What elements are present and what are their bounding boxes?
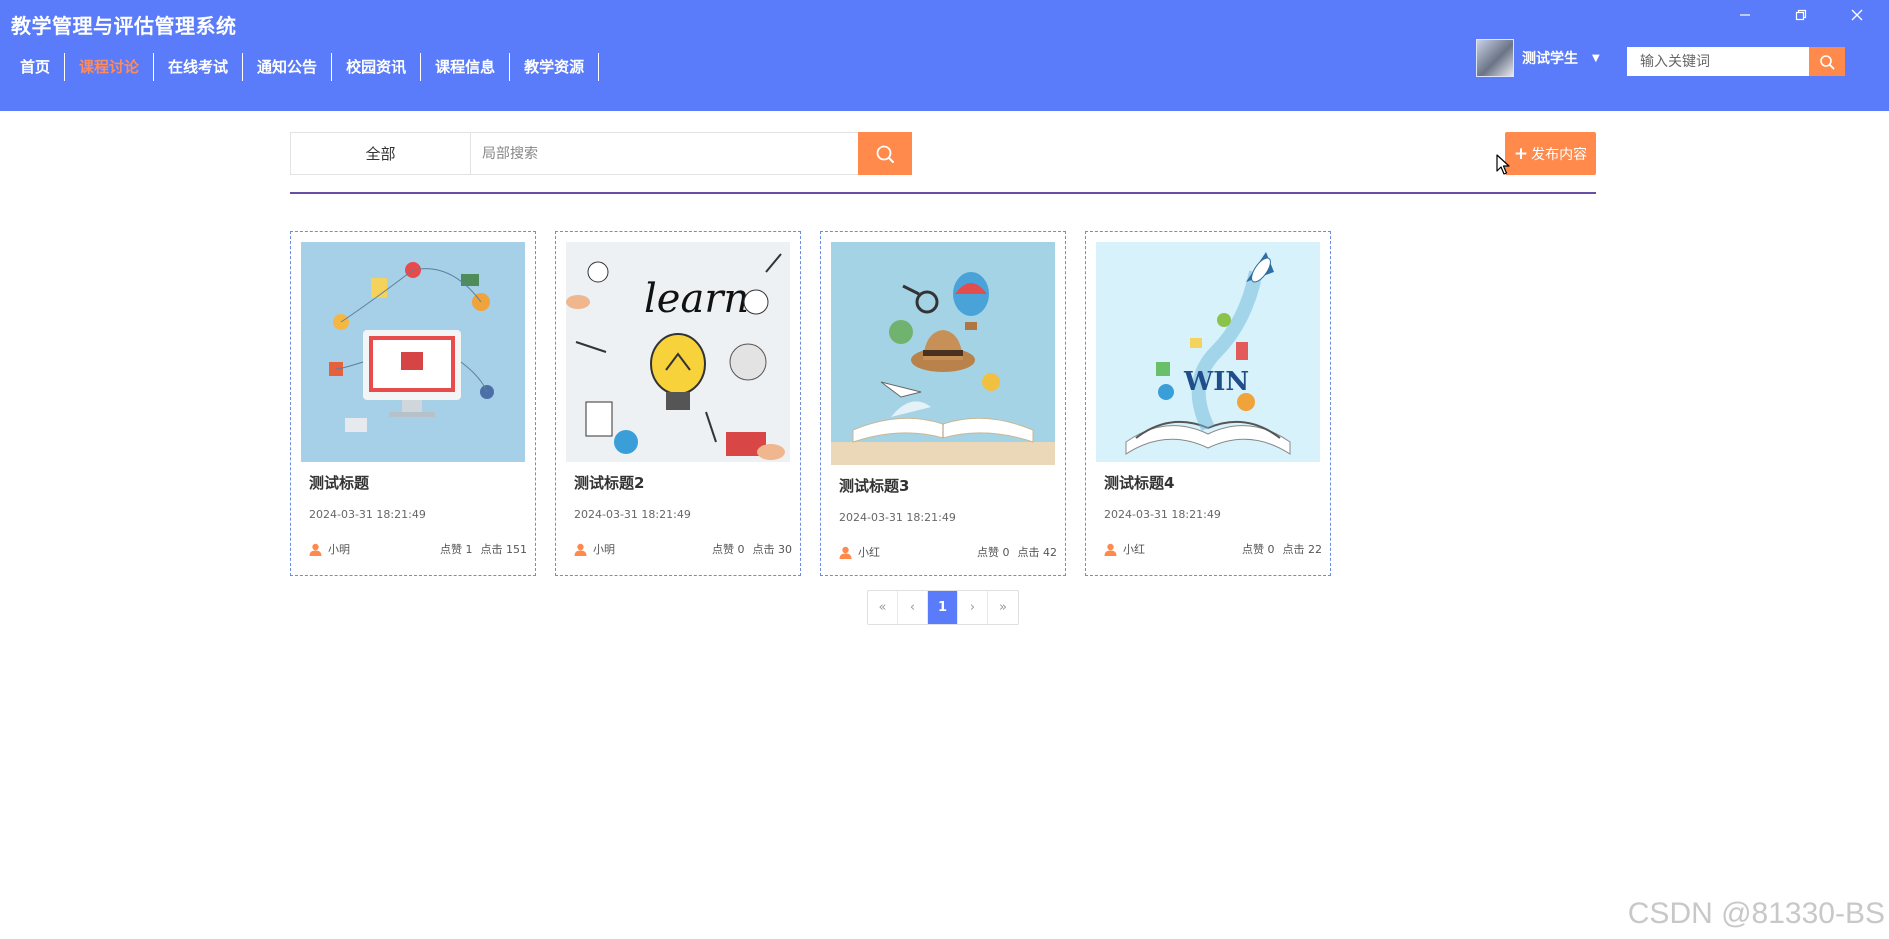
avatar[interactable] — [1476, 39, 1514, 77]
nav-item-campus-news[interactable]: 校园资讯 — [332, 53, 422, 81]
local-search-box: 全部 — [290, 132, 912, 175]
local-search-button[interactable] — [858, 132, 912, 175]
search-icon — [876, 145, 894, 163]
global-search-input[interactable] — [1627, 47, 1809, 76]
like-count: 点赞 1 — [440, 543, 473, 556]
app-title: 教学管理与评估管理系统 — [11, 14, 237, 38]
author-name: 小红 — [858, 546, 880, 559]
user-name[interactable]: 测试学生 — [1522, 48, 1578, 68]
post-meta: 小明 点赞 0 点击 30 — [574, 541, 792, 557]
click-count: 点击 30 — [752, 543, 793, 556]
post-stats: 点赞 0 点击 42 — [969, 544, 1057, 560]
post-stats: 点赞 1 点击 151 — [432, 541, 527, 557]
post-date: 2024-03-31 18:21:49 — [309, 508, 426, 521]
post-card[interactable]: 测试标题3 2024-03-31 18:21:49 小红 点赞 0 点击 42 — [820, 231, 1066, 576]
last-page-button[interactable]: » — [988, 591, 1018, 624]
plus-icon: + — [1513, 143, 1529, 164]
first-page-button[interactable]: « — [868, 591, 898, 624]
author-name: 小明 — [593, 543, 615, 556]
nav-item-notices[interactable]: 通知公告 — [243, 53, 333, 81]
post-author: 小明 — [574, 541, 615, 557]
user-menu[interactable]: 测试学生 ▼ — [1476, 39, 1600, 77]
svg-text:learn: learn — [644, 276, 749, 322]
post-stats: 点赞 0 点击 22 — [1234, 541, 1322, 557]
page-number-button[interactable]: 1 — [928, 591, 958, 624]
watermark: CSDN @81330-BS — [1627, 897, 1885, 930]
main-nav: 首页 课程讨论 在线考试 通知公告 校园资讯 课程信息 教学资源 — [6, 53, 600, 81]
global-search-button[interactable] — [1809, 47, 1845, 76]
publish-content-button[interactable]: + 发布内容 — [1505, 132, 1596, 175]
content-toolbar: 全部 + 发布内容 — [290, 132, 1596, 176]
nav-item-teaching-resources[interactable]: 教学资源 — [510, 53, 600, 81]
search-icon — [1820, 54, 1835, 69]
window-controls — [1717, 2, 1885, 28]
post-date: 2024-03-31 18:21:49 — [574, 508, 691, 521]
caret-down-icon[interactable]: ▼ — [1592, 53, 1600, 64]
toolbar-divider — [290, 192, 1596, 194]
author-name: 小明 — [328, 543, 350, 556]
post-meta: 小红 点赞 0 点击 42 — [839, 544, 1057, 560]
mouse-cursor-icon — [1496, 154, 1510, 175]
user-icon — [839, 546, 852, 559]
pagination: « ‹ 1 › » — [867, 590, 1019, 625]
svg-text:WIN: WIN — [1183, 367, 1249, 397]
post-thumbnail[interactable]: learn — [566, 242, 790, 462]
post-date: 2024-03-31 18:21:49 — [839, 511, 956, 524]
post-meta: 小红 点赞 0 点击 22 — [1104, 541, 1322, 557]
post-title[interactable]: 测试标题4 — [1104, 472, 1320, 493]
post-stats: 点赞 0 点击 30 — [704, 541, 792, 557]
post-card[interactable]: WIN 测试标题4 2024-03-31 18:21:49 小红 点赞 0 点击… — [1085, 231, 1331, 576]
post-author: 小明 — [309, 541, 350, 557]
author-name: 小红 — [1123, 543, 1145, 556]
post-thumbnail[interactable] — [301, 242, 525, 462]
post-card[interactable]: 测试标题 2024-03-31 18:21:49 小明 点赞 1 点击 151 — [290, 231, 536, 576]
publish-label: 发布内容 — [1531, 146, 1588, 163]
post-author: 小红 — [839, 544, 880, 560]
post-meta: 小明 点赞 1 点击 151 — [309, 541, 527, 557]
minimize-icon[interactable] — [1717, 2, 1773, 28]
click-count: 点击 151 — [480, 543, 528, 556]
post-title[interactable]: 测试标题2 — [574, 472, 790, 493]
nav-item-course-info[interactable]: 课程信息 — [421, 53, 511, 81]
user-icon — [574, 543, 587, 556]
user-icon — [309, 543, 322, 556]
post-title[interactable]: 测试标题 — [309, 472, 525, 493]
top-header: 教学管理与评估管理系统 首页 课程讨论 在线考试 通知公告 校园资讯 课程信息 … — [0, 0, 1889, 111]
local-search-input[interactable] — [471, 133, 911, 174]
next-page-button[interactable]: › — [958, 591, 988, 624]
user-icon — [1104, 543, 1117, 556]
restore-icon[interactable] — [1773, 2, 1829, 28]
close-icon[interactable] — [1829, 2, 1885, 28]
click-count: 点击 22 — [1282, 543, 1323, 556]
nav-item-online-exam[interactable]: 在线考试 — [154, 53, 244, 81]
click-count: 点击 42 — [1017, 546, 1058, 559]
post-thumbnail[interactable]: WIN — [1096, 242, 1320, 462]
post-date: 2024-03-31 18:21:49 — [1104, 508, 1221, 521]
like-count: 点赞 0 — [977, 546, 1010, 559]
post-card-list: 测试标题 2024-03-31 18:21:49 小明 点赞 1 点击 151 … — [290, 231, 1350, 576]
global-search — [1627, 47, 1845, 76]
post-title[interactable]: 测试标题3 — [839, 475, 1055, 496]
post-card[interactable]: learn 测试标题2 2024-03-31 18:21:49 小明 点赞 0 … — [555, 231, 801, 576]
prev-page-button[interactable]: ‹ — [898, 591, 928, 624]
category-select[interactable]: 全部 — [291, 133, 471, 174]
nav-item-home[interactable]: 首页 — [6, 53, 66, 81]
like-count: 点赞 0 — [1242, 543, 1275, 556]
nav-item-course-discussion[interactable]: 课程讨论 — [65, 53, 155, 81]
post-author: 小红 — [1104, 541, 1145, 557]
like-count: 点赞 0 — [712, 543, 745, 556]
post-thumbnail[interactable] — [831, 242, 1055, 465]
